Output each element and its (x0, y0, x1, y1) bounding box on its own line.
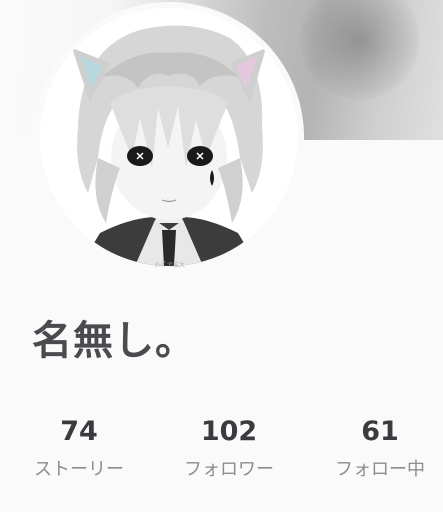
stat-followers-count: 102 (200, 416, 258, 447)
stat-following[interactable]: 61 フォロー中 (310, 412, 443, 484)
stat-stories[interactable]: 74 ストーリー (9, 412, 149, 484)
stat-stories-count: 74 (60, 416, 98, 447)
profile-avatar[interactable] (40, 8, 298, 266)
stat-stories-label: ストーリー (34, 459, 124, 480)
profile-stats: 74 ストーリー 102 フォロワー 61 フォロー中 (0, 412, 443, 502)
avatar-caption: ﾀｯﾌﾟで拡大 (154, 262, 185, 269)
stat-following-count: 61 (361, 416, 399, 447)
profile-display-name: 名無し。 (32, 318, 196, 364)
character-portrait-icon (40, 8, 298, 266)
stat-followers-label: フォロワー (184, 459, 274, 480)
stat-followers[interactable]: 102 フォロワー (159, 412, 299, 484)
stat-following-label: フォロー中 (335, 459, 425, 480)
